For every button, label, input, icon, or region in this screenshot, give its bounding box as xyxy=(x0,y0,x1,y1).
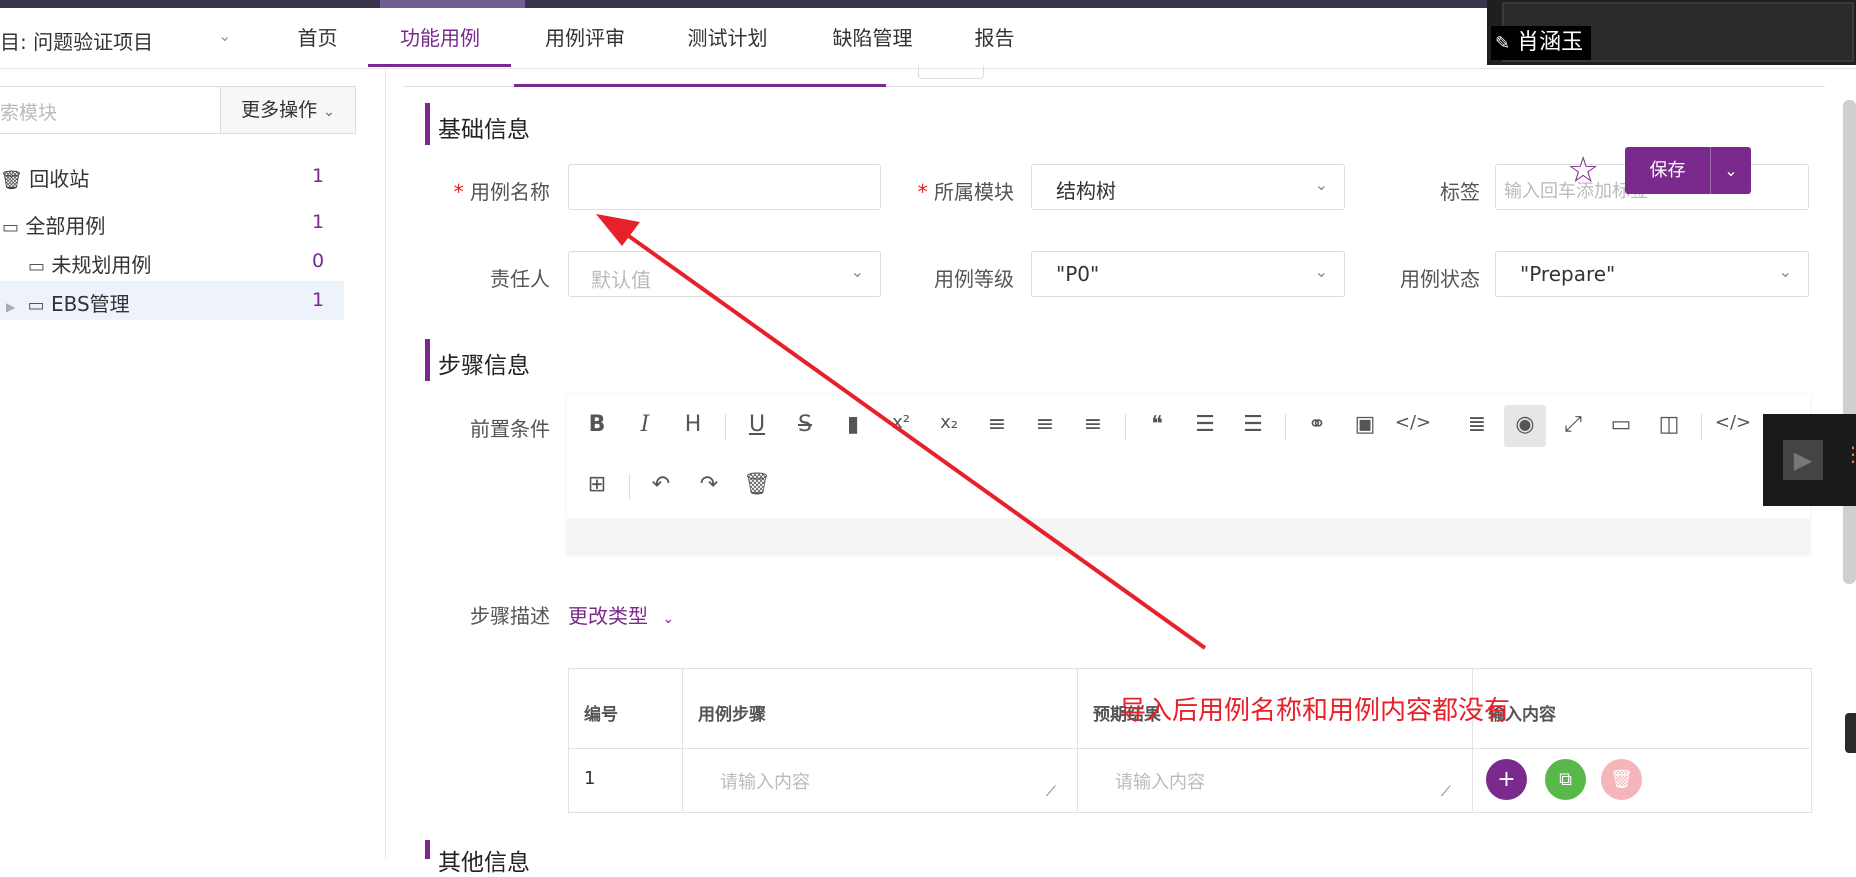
annotation-text: 导入后用例名称和用例内容都没有 xyxy=(1120,696,1511,726)
annotation-arrow-line xyxy=(610,222,1207,650)
annotation-arrow xyxy=(596,214,1207,650)
